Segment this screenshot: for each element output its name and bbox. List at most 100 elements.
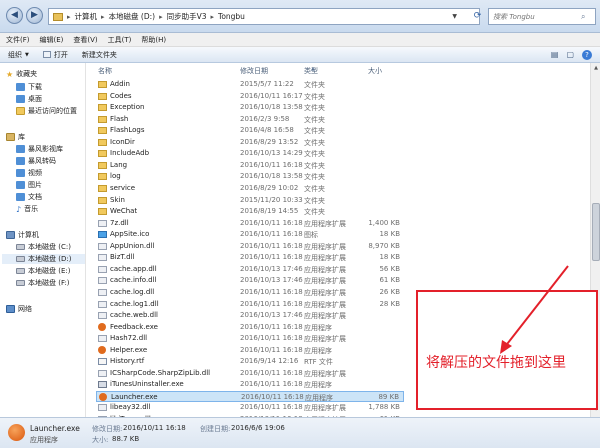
file-type: 文件夹	[304, 185, 325, 193]
file-row[interactable]: cache.log.dll 2016/10/11 16:18 应用程序扩展 26 KB	[96, 287, 404, 298]
sidebar-item-drive-d[interactable]: 本地磁盘 (D:)	[2, 254, 85, 264]
file-date: 2016/10/11 16:18	[240, 380, 303, 389]
file-row[interactable]: cache.web.dll 2016/10/13 17:46 应用程序扩展	[96, 310, 404, 321]
file-type: 图标	[304, 231, 318, 240]
sidebar-item-music[interactable]: ♪ 音乐	[16, 204, 38, 214]
details-created-value: 2016/6/6 19:06	[231, 424, 285, 432]
sidebar-group-libraries[interactable]: 库	[6, 132, 25, 142]
back-button[interactable]: ◀	[6, 7, 23, 24]
file-row[interactable]: AppUnion.dll 2016/10/11 16:18 应用程序扩展 8,970 …	[96, 241, 404, 252]
sidebar-item-drive-f[interactable]: 本地磁盘 (F:)	[16, 278, 70, 288]
file-row[interactable]: IncludeAdb 2016/10/13 14:29 文件夹	[96, 148, 404, 159]
file-row[interactable]: History.rtf 2016/9/14 12:16 RTF 文件	[96, 356, 404, 367]
chevron-down-icon: ▼	[25, 51, 29, 58]
menu-tools[interactable]: 工具(T)	[108, 35, 132, 45]
breadcrumb-drive-d[interactable]: 本地磁盘 (D:)	[109, 11, 156, 22]
file-row[interactable]: log 2016/10/18 13:58 文件夹	[96, 171, 404, 182]
sidebar-group-favorites[interactable]: ★ 收藏夹	[6, 69, 37, 79]
file-row[interactable]: IconDir 2016/8/29 13:52 文件夹	[96, 137, 404, 148]
itunes-icon	[98, 381, 107, 389]
sidebar-group-network[interactable]: 网络	[6, 304, 32, 314]
app-icon	[99, 392, 107, 401]
file-row[interactable]: 7z.dll 2016/10/11 16:18 应用程序扩展 1,400 KB	[96, 218, 404, 229]
column-date-modified[interactable]: 修改日期	[240, 66, 268, 76]
details-modified-value: 2016/10/11 16:18	[123, 424, 186, 432]
file-row[interactable]: AppSite.ico 2016/10/11 16:18 图标 18 KB	[96, 229, 404, 240]
details-size-label: 大小:	[92, 436, 109, 444]
refresh-icon[interactable]: ⟳	[470, 9, 485, 24]
recent-places-icon	[16, 107, 25, 115]
help-icon[interactable]: ?	[582, 50, 592, 60]
sidebar-item-drive-c[interactable]: 本地磁盘 (C:)	[16, 242, 71, 252]
sidebar-item-drive-e[interactable]: 本地磁盘 (E:)	[16, 266, 70, 276]
file-row[interactable]: BizT.dll 2016/10/11 16:18 应用程序扩展 18 KB	[96, 252, 404, 263]
file-row[interactable]: Exception 2016/10/18 13:58 文件夹	[96, 102, 404, 113]
view-options-icon[interactable]: ▤	[551, 50, 559, 60]
new-folder-button[interactable]: 新建文件夹	[82, 50, 117, 60]
details-modified-label: 修改日期:	[92, 425, 123, 433]
menu-edit[interactable]: 编辑(E)	[40, 35, 64, 45]
drive-icon	[16, 268, 25, 274]
details-pane: Launcher.exe 应用程序 修改日期: 2016/10/11 16:18…	[0, 417, 600, 448]
menu-help[interactable]: 帮助(H)	[141, 35, 166, 45]
column-size[interactable]: 大小	[368, 66, 382, 76]
file-row[interactable]: Helper.exe 2016/10/11 16:18 应用程序	[96, 345, 404, 356]
file-row[interactable]: Launcher.exe 2016/10/11 16:18 应用程序 89 KB	[96, 390, 404, 402]
breadcrumb-computer[interactable]: 计算机	[75, 11, 98, 22]
scroll-thumb[interactable]	[592, 203, 600, 261]
organize-label: 组织	[8, 50, 22, 59]
sidebar-item-downloads[interactable]: 下载	[16, 82, 42, 92]
breadcrumb-tongbu-v3[interactable]: 同步助手V3	[167, 11, 207, 22]
open-button[interactable]: 打开	[42, 50, 68, 60]
sidebar-item-documents[interactable]: 文档	[16, 192, 42, 202]
file-row[interactable]: cache.info.dll 2016/10/13 17:46 应用程序扩展 61 K…	[96, 275, 404, 286]
sidebar-item-desktop[interactable]: 桌面	[16, 94, 42, 104]
file-row[interactable]: Flash 2016/2/3 9:58 文件夹	[96, 114, 404, 125]
breadcrumb-tongbu[interactable]: Tongbu	[218, 12, 245, 21]
file-size: 28 KB	[379, 299, 400, 308]
file-type: RTF 文件	[304, 358, 333, 367]
file-row[interactable]: Addin 2015/5/7 11:22 文件夹	[96, 79, 404, 90]
file-row[interactable]: libeay32.dll 2016/10/11 16:18 应用程序扩展 1,788 …	[96, 402, 404, 413]
file-row[interactable]: service 2016/8/29 10:02 文件夹	[96, 183, 404, 194]
menu-file[interactable]: 文件(F)	[6, 35, 30, 45]
scroll-up-icon[interactable]: ▲	[592, 65, 600, 74]
search-icon[interactable]: ⌕	[581, 12, 585, 22]
file-name: History.rtf	[110, 357, 145, 366]
file-date: 2016/8/19 14:55	[240, 207, 299, 216]
file-row[interactable]: Feedback.exe 2016/10/11 16:18 应用程序	[96, 322, 404, 333]
forward-button[interactable]: ▶	[26, 7, 43, 24]
file-name: 7z.dll	[110, 218, 129, 227]
sidebar-group-label: 计算机	[18, 231, 39, 239]
column-name[interactable]: 名称	[98, 66, 112, 76]
sidebar-item-recent[interactable]: 最近访问的位置	[16, 106, 77, 116]
organize-button[interactable]: 组织 ▼	[8, 50, 29, 60]
file-row[interactable]: Lang 2016/10/11 16:18 文件夹	[96, 160, 404, 171]
sidebar-item-pictures[interactable]: 图片	[16, 180, 42, 190]
file-row[interactable]: cache.app.dll 2016/10/13 17:46 应用程序扩展 56 KB	[96, 264, 404, 275]
address-bar[interactable]: ▸ 计算机 ▸ 本地磁盘 (D:) ▸ 同步助手V3 ▸ Tongbu ▼	[48, 8, 480, 25]
search-input[interactable]	[493, 12, 581, 21]
chevron-down-icon[interactable]: ▼	[452, 13, 457, 20]
file-row[interactable]: Skin 2015/11/20 10:33 文件夹	[96, 195, 404, 206]
file-type: 应用程序扩展	[304, 300, 346, 309]
file-row[interactable]: ICSharpCode.SharpZipLib.dll 2016/10/11 16…	[96, 368, 404, 379]
file-name: Helper.exe	[110, 345, 148, 354]
sidebar-item-baofeng-transcode[interactable]: 暴风转码	[16, 156, 56, 166]
preview-pane-icon[interactable]: ▢	[566, 50, 574, 60]
column-type[interactable]: 类型	[304, 66, 318, 76]
sidebar-item-baofeng-library[interactable]: 暴风影视库	[16, 144, 63, 154]
search-box[interactable]: ⌕	[488, 8, 596, 25]
file-size: 1,400 KB	[368, 218, 400, 227]
file-row[interactable]: Hash72.dll 2016/10/11 16:18 应用程序扩展	[96, 333, 404, 344]
file-row[interactable]: iTunesUninstaller.exe 2016/10/11 16:18 应用程…	[96, 379, 404, 390]
sidebar-group-computer[interactable]: 计算机	[6, 230, 39, 240]
file-row[interactable]: WeChat 2016/8/19 14:55 文件夹	[96, 206, 404, 217]
menu-view[interactable]: 查看(V)	[73, 35, 97, 45]
file-row[interactable]: Codes 2016/10/11 16:17 文件夹	[96, 91, 404, 102]
details-created-label: 创建日期:	[200, 425, 231, 433]
sidebar-item-videos[interactable]: 视频	[16, 168, 42, 178]
file-type: 应用程序扩展	[304, 254, 346, 263]
file-row[interactable]: cache.log1.dll 2016/10/11 16:18 应用程序扩展 28 K…	[96, 299, 404, 310]
file-row[interactable]: FlashLogs 2016/4/8 16:58 文件夹	[96, 125, 404, 136]
